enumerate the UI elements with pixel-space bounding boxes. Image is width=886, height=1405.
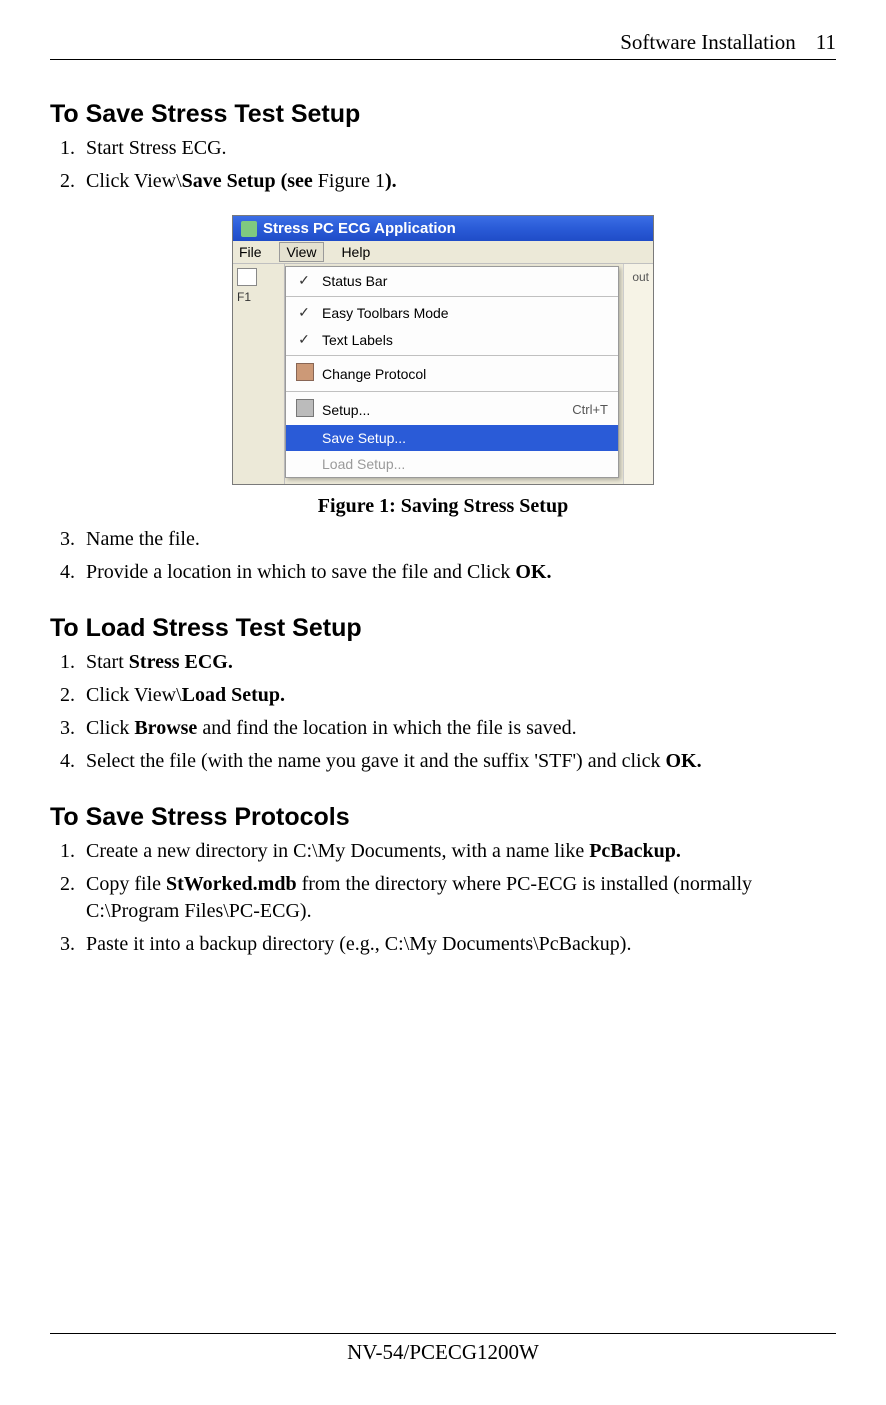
menu-separator [286,355,618,356]
figure-1: Stress PC ECG Application File View Help… [50,215,836,518]
menu-separator [286,391,618,392]
window-titlebar: Stress PC ECG Application [233,216,653,241]
list-save-stress-test-setup-cont: Name the file. Provide a location in whi… [50,526,836,586]
heading-save-stress-protocols: To Save Stress Protocols [50,803,836,832]
list-save-stress-test-setup: Start Stress ECG. Click View\Save Setup … [50,135,836,195]
toolbar-label: F1 [237,290,251,304]
list-item: Click View\Save Setup (see Figure 1). [80,168,836,195]
menu-item-text-labels[interactable]: ✓ Text Labels [286,326,618,353]
window-right-edge: out [623,264,653,484]
new-doc-icon[interactable] [237,268,257,286]
list-item: Paste it into a backup directory (e.g., … [80,931,836,958]
list-load-stress-test-setup: Start Stress ECG. Click View\Load Setup.… [50,649,836,775]
list-item: Click View\Load Setup. [80,682,836,709]
menu-item-change-protocol[interactable]: Change Protocol [286,358,618,389]
app-window: Stress PC ECG Application File View Help… [232,215,654,485]
menu-separator [286,296,618,297]
menu-help[interactable]: Help [341,244,370,260]
menu-item-easy-toolbars[interactable]: ✓ Easy Toolbars Mode [286,299,618,326]
menu-item-status-bar[interactable]: ✓ Status Bar [286,267,618,294]
menu-view[interactable]: View [279,242,323,262]
page-content: To Save Stress Test Setup Start Stress E… [50,60,836,1333]
menu-file[interactable]: File [239,244,262,260]
heading-save-stress-test-setup: To Save Stress Test Setup [50,100,836,129]
menu-item-setup[interactable]: Setup... Ctrl+T [286,394,618,425]
header-page-number: 11 [816,30,836,55]
list-item: Copy file StWorked.mdb from the director… [80,871,836,925]
heading-load-stress-test-setup: To Load Stress Test Setup [50,614,836,643]
wrench-icon [296,399,314,417]
menu-item-save-setup[interactable]: Save Setup... [286,425,618,451]
check-icon: ✓ [296,272,312,289]
list-item: Provide a location in which to save the … [80,559,836,586]
app-icon [241,221,257,237]
check-icon: ✓ [296,304,312,321]
list-item: Start Stress ECG. [80,649,836,676]
window-title: Stress PC ECG Application [263,220,456,237]
toolbar-row: F1 ✓ Status Bar ✓ Easy Toolbars Mode [233,264,653,484]
figure-caption: Figure 1: Saving Stress Setup [50,495,836,518]
check-icon: ✓ [296,331,312,348]
header-section: Software Installation [620,30,796,55]
page-header: Software Installation 11 [50,30,836,60]
page-footer: NV-54/PCECG1200W [50,1333,836,1365]
list-item: Start Stress ECG. [80,135,836,162]
view-dropdown: ✓ Status Bar ✓ Easy Toolbars Mode ✓ Text… [285,266,619,478]
protocol-icon [296,363,314,381]
footer-doc-id: NV-54/PCECG1200W [347,1340,539,1364]
menu-item-load-setup: Load Setup... [286,451,618,477]
list-save-stress-protocols: Create a new directory in C:\My Document… [50,838,836,958]
list-item: Name the file. [80,526,836,553]
list-item: Click Browse and find the location in wh… [80,715,836,742]
toolbar-left: F1 [233,264,285,484]
list-item: Select the file (with the name you gave … [80,748,836,775]
menubar: File View Help [233,241,653,264]
shortcut-label: Ctrl+T [572,402,608,417]
list-item: Create a new directory in C:\My Document… [80,838,836,865]
